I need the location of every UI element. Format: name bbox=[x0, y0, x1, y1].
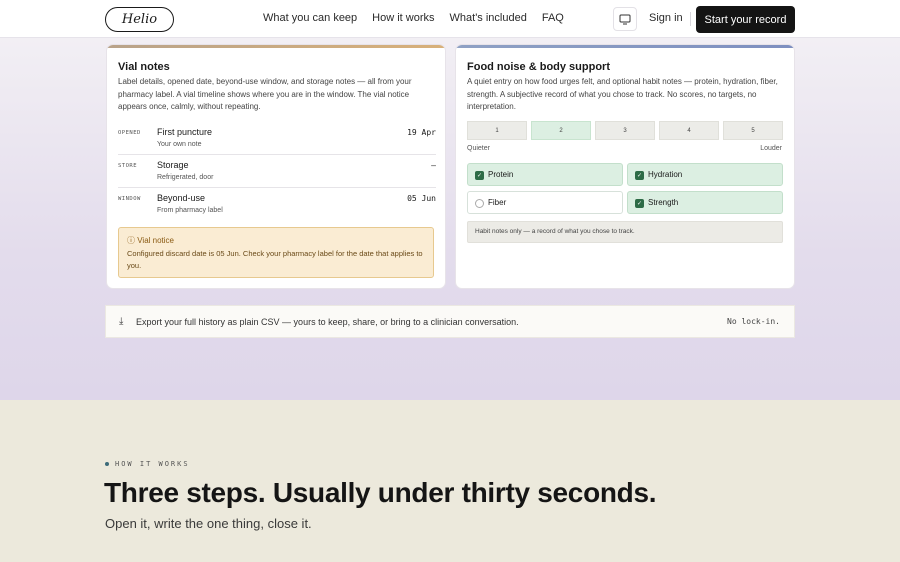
nav-link-keep[interactable]: What you can keep bbox=[263, 12, 357, 24]
display-toggle-button[interactable] bbox=[613, 7, 637, 31]
row-title: Beyond-use bbox=[157, 193, 206, 203]
download-icon: ⤓ bbox=[119, 316, 124, 327]
nav-link-faq[interactable]: FAQ bbox=[542, 12, 564, 24]
row-key: OPENED bbox=[118, 130, 141, 136]
row-value: 05 Jun bbox=[407, 194, 436, 203]
habit-strength[interactable]: ✓ Strength bbox=[627, 191, 783, 214]
row-key: WINDOW bbox=[118, 196, 141, 202]
card-accent-bar bbox=[107, 45, 445, 48]
scale-high-label: Louder bbox=[760, 145, 782, 152]
scale-option[interactable]: 5 bbox=[723, 121, 783, 140]
habit-note: Habit notes only — a record of what you … bbox=[467, 221, 783, 243]
start-record-button[interactable]: Start your record bbox=[696, 6, 795, 33]
scale-option[interactable]: 1 bbox=[467, 121, 527, 140]
section-label: HOW IT WORKS bbox=[105, 460, 190, 468]
export-text: Export your full history as plain CSV — … bbox=[136, 317, 519, 327]
card-description: A quiet entry on how food urges felt, an… bbox=[467, 77, 778, 111]
habit-label: Protein bbox=[488, 170, 514, 179]
row-title: First puncture bbox=[157, 127, 213, 137]
logo[interactable]: Helio bbox=[105, 7, 174, 32]
vial-notes-card: Vial notes Label details, opened date, b… bbox=[106, 44, 446, 289]
card-title: Food noise & body support bbox=[467, 61, 610, 73]
row-value: — bbox=[431, 161, 436, 170]
row-sub: Your own note bbox=[157, 141, 202, 148]
habit-label: Fiber bbox=[488, 198, 507, 207]
nav-link-included[interactable]: What's included bbox=[450, 12, 527, 24]
habit-protein[interactable]: ✓ Protein bbox=[467, 163, 623, 186]
monitor-icon bbox=[619, 14, 631, 24]
divider bbox=[118, 187, 436, 188]
divider bbox=[118, 154, 436, 155]
habit-label: Hydration bbox=[648, 170, 683, 179]
food-noise-card: Food noise & body support A quiet entry … bbox=[455, 44, 795, 289]
section-title: Three steps. Usually under thirty second… bbox=[104, 477, 657, 508]
checkbox-checked-icon: ✓ bbox=[635, 199, 644, 208]
habit-label: Strength bbox=[648, 198, 679, 207]
notice-title: ⓘ Vial notice bbox=[127, 236, 174, 245]
notice-body: Configured discard date is 05 Jun. Check… bbox=[127, 249, 423, 270]
row-value: 19 Apr bbox=[407, 128, 436, 137]
nav-link-how[interactable]: How it works bbox=[372, 12, 434, 24]
habit-fiber[interactable]: Fiber bbox=[467, 191, 623, 214]
no-lock-in-label: No lock-in. bbox=[727, 317, 780, 326]
row-title: Storage bbox=[157, 160, 189, 170]
card-description: Label details, opened date, beyond-use w… bbox=[118, 77, 412, 111]
food-noise-scale: 1 2 3 4 5 bbox=[467, 121, 783, 140]
row-sub: From pharmacy label bbox=[157, 207, 223, 214]
scale-option-selected[interactable]: 2 bbox=[531, 121, 591, 140]
checkbox-empty-icon bbox=[475, 199, 484, 208]
bullet-dot-icon bbox=[105, 462, 109, 466]
sign-in-link[interactable]: Sign in bbox=[649, 12, 683, 24]
scale-option[interactable]: 3 bbox=[595, 121, 655, 140]
scale-low-label: Quieter bbox=[467, 145, 490, 152]
scale-option[interactable]: 4 bbox=[659, 121, 719, 140]
checkbox-checked-icon: ✓ bbox=[475, 171, 484, 180]
nav-links: What you can keep How it works What's in… bbox=[263, 12, 564, 24]
checkbox-checked-icon: ✓ bbox=[635, 171, 644, 180]
nav-divider bbox=[690, 12, 691, 26]
card-title: Vial notes bbox=[118, 61, 170, 73]
export-bar: ⤓ Export your full history as plain CSV … bbox=[105, 305, 795, 338]
habit-hydration[interactable]: ✓ Hydration bbox=[627, 163, 783, 186]
vial-notice: ⓘ Vial notice Configured discard date is… bbox=[118, 227, 434, 278]
row-key: STORE bbox=[118, 163, 138, 169]
timeline-row: WINDOW Beyond-use From pharmacy label 05… bbox=[118, 193, 436, 225]
section-subtitle: Open it, write the one thing, close it. bbox=[105, 516, 312, 531]
top-nav: Helio What you can keep How it works Wha… bbox=[0, 0, 900, 38]
row-sub: Refrigerated, door bbox=[157, 174, 214, 181]
section-label-text: HOW IT WORKS bbox=[115, 460, 190, 468]
card-accent-bar bbox=[456, 45, 794, 48]
